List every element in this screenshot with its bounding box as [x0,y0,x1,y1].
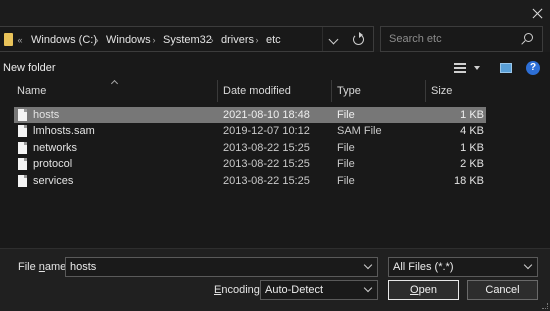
breadcrumb-overflow[interactable]: « [16,33,24,47]
breadcrumb-separator[interactable]: › [208,33,216,47]
file-size: 1 KB [460,109,484,121]
file-row[interactable]: services 2013-08-22 15:25 File 18 KB [14,173,486,189]
file-date: 2021-08-10 18:48 [223,109,310,121]
breadcrumb-windows[interactable]: Windows [106,33,151,47]
file-name: hosts [33,109,60,121]
breadcrumb-system32[interactable]: System32 [163,33,212,47]
file-size: 2 KB [460,158,484,170]
address-divider [322,27,323,51]
column-date[interactable]: Date modified [223,84,291,98]
sort-arrow-icon [110,79,119,88]
file-name: protocol [33,158,73,170]
cancel-button[interactable]: Cancel [467,280,538,300]
column-type[interactable]: Type [337,84,361,98]
search-icon[interactable] [524,33,533,42]
chevron-down-icon[interactable] [474,66,480,70]
file-type-value: All Files (*.*) [393,261,454,273]
file-size: 18 KB [454,175,484,187]
breadcrumb-separator[interactable]: › [93,33,101,47]
resize-grip[interactable] [542,303,548,309]
file-icon [18,109,27,121]
file-size: 1 KB [460,142,484,154]
open-button[interactable]: Open [388,280,459,300]
search-box[interactable]: Search etc [380,26,543,52]
file-row[interactable]: hosts 2021-08-10 18:48 File 1 KB [14,107,486,123]
dialog-footer: File name: hosts All Files (*.*) Encodin… [0,248,550,311]
file-row[interactable]: protocol 2013-08-22 15:25 File 2 KB [14,156,486,172]
new-folder-button[interactable]: New folder [3,62,56,74]
close-icon[interactable] [530,6,546,22]
file-type: File [337,142,355,154]
file-icon [18,158,27,170]
file-type: SAM File [337,125,382,137]
file-date: 2013-08-22 15:25 [223,142,310,154]
breadcrumb-separator[interactable]: › [150,33,158,47]
chevron-down-icon[interactable] [328,34,339,45]
refresh-icon[interactable] [353,32,364,45]
file-name: networks [33,142,78,154]
file-type-select[interactable]: All Files (*.*) [388,257,538,277]
file-name: services [33,175,74,187]
file-type: File [337,158,355,170]
title-bar: « Windows (C:) › Windows › System32 › dr… [0,0,550,52]
file-name: lmhosts.sam [33,125,95,137]
breadcrumb-separator[interactable]: › [253,33,261,47]
file-icon [18,125,27,137]
help-icon[interactable]: ? [526,61,540,75]
toolbar: New folder ? [0,56,550,80]
column-divider[interactable] [217,80,218,102]
file-size: 4 KB [460,125,484,137]
file-date: 2013-08-22 15:25 [223,175,310,187]
folder-icon [4,33,13,46]
file-icon [18,175,27,187]
file-list[interactable]: Name Date modified Type Size hosts 2021-… [0,79,550,248]
file-name-field[interactable]: hosts [65,257,378,277]
search-input[interactable]: Search etc [389,33,442,45]
preview-pane-icon[interactable] [500,63,512,73]
breadcrumb-drive[interactable]: Windows (C:) [31,33,97,47]
chevron-down-icon[interactable] [363,283,373,293]
file-name-value[interactable]: hosts [70,260,96,274]
column-divider[interactable] [425,80,426,102]
column-headers: Name Date modified Type Size [0,79,550,102]
file-name-label: File name: [18,261,70,273]
encoding-label: Encoding: [214,284,263,296]
chevron-down-icon[interactable] [523,260,533,270]
file-icon [18,142,27,154]
file-row[interactable]: networks 2013-08-22 15:25 File 1 KB [14,140,486,156]
file-type: File [337,109,355,121]
chevron-down-icon[interactable] [363,260,373,270]
breadcrumb-etc[interactable]: etc [266,33,281,47]
column-size[interactable]: Size [431,84,452,98]
encoding-select[interactable]: Auto-Detect [260,280,378,300]
file-date: 2013-08-22 15:25 [223,158,310,170]
view-options-icon[interactable] [454,62,466,74]
breadcrumb-drivers[interactable]: drivers [221,33,254,47]
file-type: File [337,175,355,187]
file-row[interactable]: lmhosts.sam 2019-12-07 10:12 SAM File 4 … [14,123,486,139]
file-date: 2019-12-07 10:12 [223,125,310,137]
encoding-value: Auto-Detect [265,284,324,296]
column-divider[interactable] [331,80,332,102]
address-bar[interactable]: « Windows (C:) › Windows › System32 › dr… [0,26,374,52]
column-name[interactable]: Name [17,84,46,98]
